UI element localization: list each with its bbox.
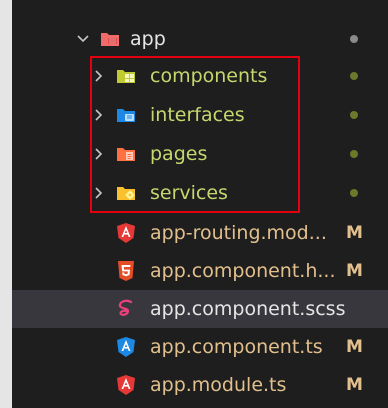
status-dot xyxy=(350,35,358,43)
tree-row-app-component-scss[interactable]: app.component.scss xyxy=(12,290,388,328)
tree-label-file: app.component.h... xyxy=(150,260,336,282)
tree-row-services[interactable]: services xyxy=(12,174,388,212)
status-dot xyxy=(350,111,358,119)
modified-badge: M xyxy=(346,261,363,281)
tree-label-file: app.component.scss xyxy=(150,298,346,320)
chevron-down-icon[interactable] xyxy=(76,32,90,46)
tree-row-app-component-ts[interactable]: app.component.ts M xyxy=(12,328,388,366)
status-dot xyxy=(350,189,358,197)
tree-label-file: app-routing.mod... xyxy=(150,222,327,244)
tree-label-components: components xyxy=(150,65,268,87)
tree-label-file: app.component.ts xyxy=(150,336,323,358)
chevron-right-icon[interactable] xyxy=(92,69,106,83)
chevron-right-icon[interactable] xyxy=(92,186,106,200)
file-explorer: app components interfaces pages services… xyxy=(12,0,388,408)
tree-row-app-component-html[interactable]: app.component.h... M xyxy=(12,252,388,290)
tree-row-app[interactable]: app xyxy=(12,20,388,58)
tree-row-interfaces[interactable]: interfaces xyxy=(12,96,388,134)
modified-badge: M xyxy=(346,337,363,357)
folder-services-icon xyxy=(116,183,136,203)
folder-components-icon xyxy=(116,66,136,86)
chevron-right-icon[interactable] xyxy=(92,147,106,161)
folder-interfaces-icon xyxy=(116,105,136,125)
tree-row-app-module[interactable]: app.module.ts M xyxy=(12,366,388,404)
folder-app-icon xyxy=(100,29,120,49)
tree-row-components[interactable]: components xyxy=(12,57,388,95)
chevron-right-icon[interactable] xyxy=(92,108,106,122)
angular-icon xyxy=(116,223,136,243)
tree-label-pages: pages xyxy=(150,143,208,165)
sass-icon xyxy=(116,299,136,319)
tree-label-app: app xyxy=(130,28,166,50)
folder-pages-icon xyxy=(116,144,136,164)
modified-badge: M xyxy=(346,223,363,243)
tree-row-pages[interactable]: pages xyxy=(12,135,388,173)
status-dot xyxy=(350,72,358,80)
status-dot xyxy=(350,150,358,158)
angular-icon xyxy=(116,375,136,395)
html5-icon xyxy=(116,261,136,281)
tree-label-file: app.module.ts xyxy=(150,374,287,396)
tree-row-app-routing-module[interactable]: app-routing.mod... M xyxy=(12,214,388,252)
modified-badge: M xyxy=(346,375,363,395)
angular-blue-icon xyxy=(116,337,136,357)
tree-label-interfaces: interfaces xyxy=(150,104,245,126)
tree-label-services: services xyxy=(150,182,228,204)
